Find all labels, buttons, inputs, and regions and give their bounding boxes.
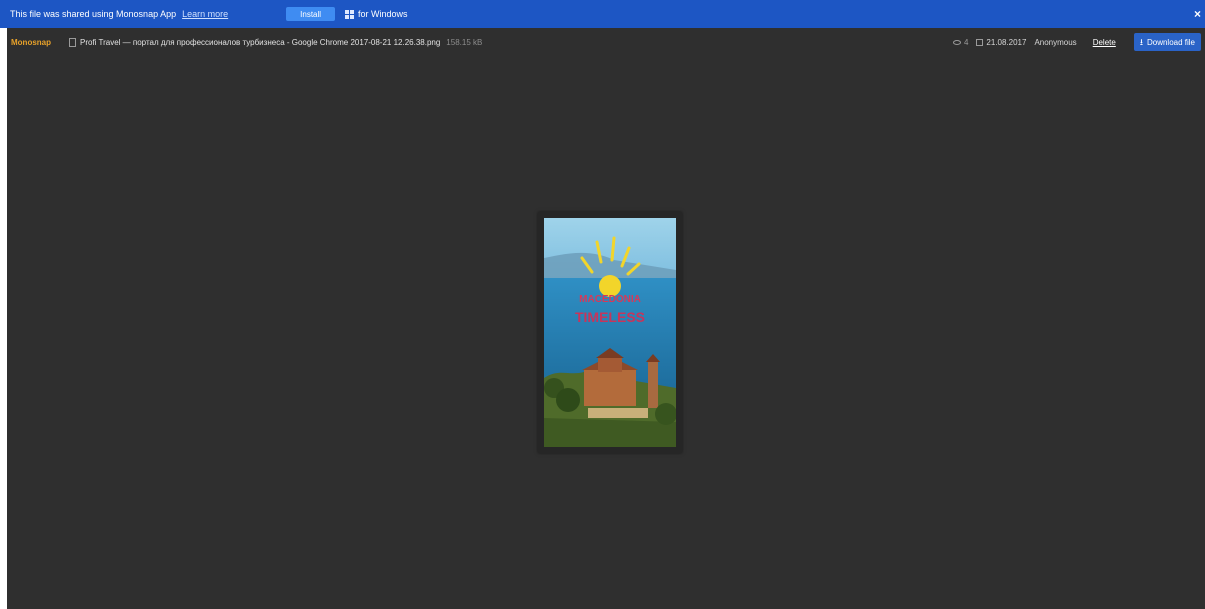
platform-label: for Windows <box>358 9 408 19</box>
eye-icon <box>952 39 961 45</box>
preview-text-line1: MACEDONIA <box>579 294 641 305</box>
brand-logo[interactable]: Monosnap <box>11 38 51 47</box>
download-icon: ⭳ <box>1139 36 1143 47</box>
share-banner: This file was shared using Monosnap App … <box>0 0 1205 28</box>
download-button[interactable]: ⭳ Download file <box>1133 33 1201 51</box>
views-value: 4 <box>963 37 969 47</box>
delete-link[interactable]: Delete <box>1093 38 1116 47</box>
download-label: Download file <box>1146 37 1195 47</box>
windows-icon <box>345 9 355 19</box>
platform-info: for Windows <box>345 9 408 19</box>
date-value: 21.08.2017 <box>986 37 1027 47</box>
file-size: 158.15 kB <box>446 37 483 47</box>
preview-text-line2: TIMELESS <box>575 309 645 325</box>
install-button[interactable]: Install <box>286 7 336 21</box>
calendar-icon <box>976 38 984 46</box>
image-preview[interactable]: MACEDONIA TIMELESS <box>538 212 682 453</box>
file-name: Profi Travel — портал для профессионалов… <box>80 37 441 47</box>
file-icon <box>69 37 76 47</box>
preview-image: MACEDONIA TIMELESS <box>544 218 676 447</box>
upload-date: 21.08.2017 <box>976 38 1026 47</box>
viewer-toolbar: Monosnap Profi Travel — портал для профе… <box>7 28 1205 56</box>
close-icon[interactable]: × <box>1194 7 1201 21</box>
banner-message: This file was shared using Monosnap App <box>10 9 177 19</box>
learn-more-link[interactable]: Learn more <box>182 9 228 19</box>
viewer-area: Monosnap Profi Travel — портал для профе… <box>7 28 1205 609</box>
author-name: Anonymous <box>1034 37 1077 47</box>
views-count: 4 <box>952 37 969 47</box>
toolbar-right: 4 21.08.2017 Anonymous Delete ⭳ Download… <box>952 28 1205 56</box>
